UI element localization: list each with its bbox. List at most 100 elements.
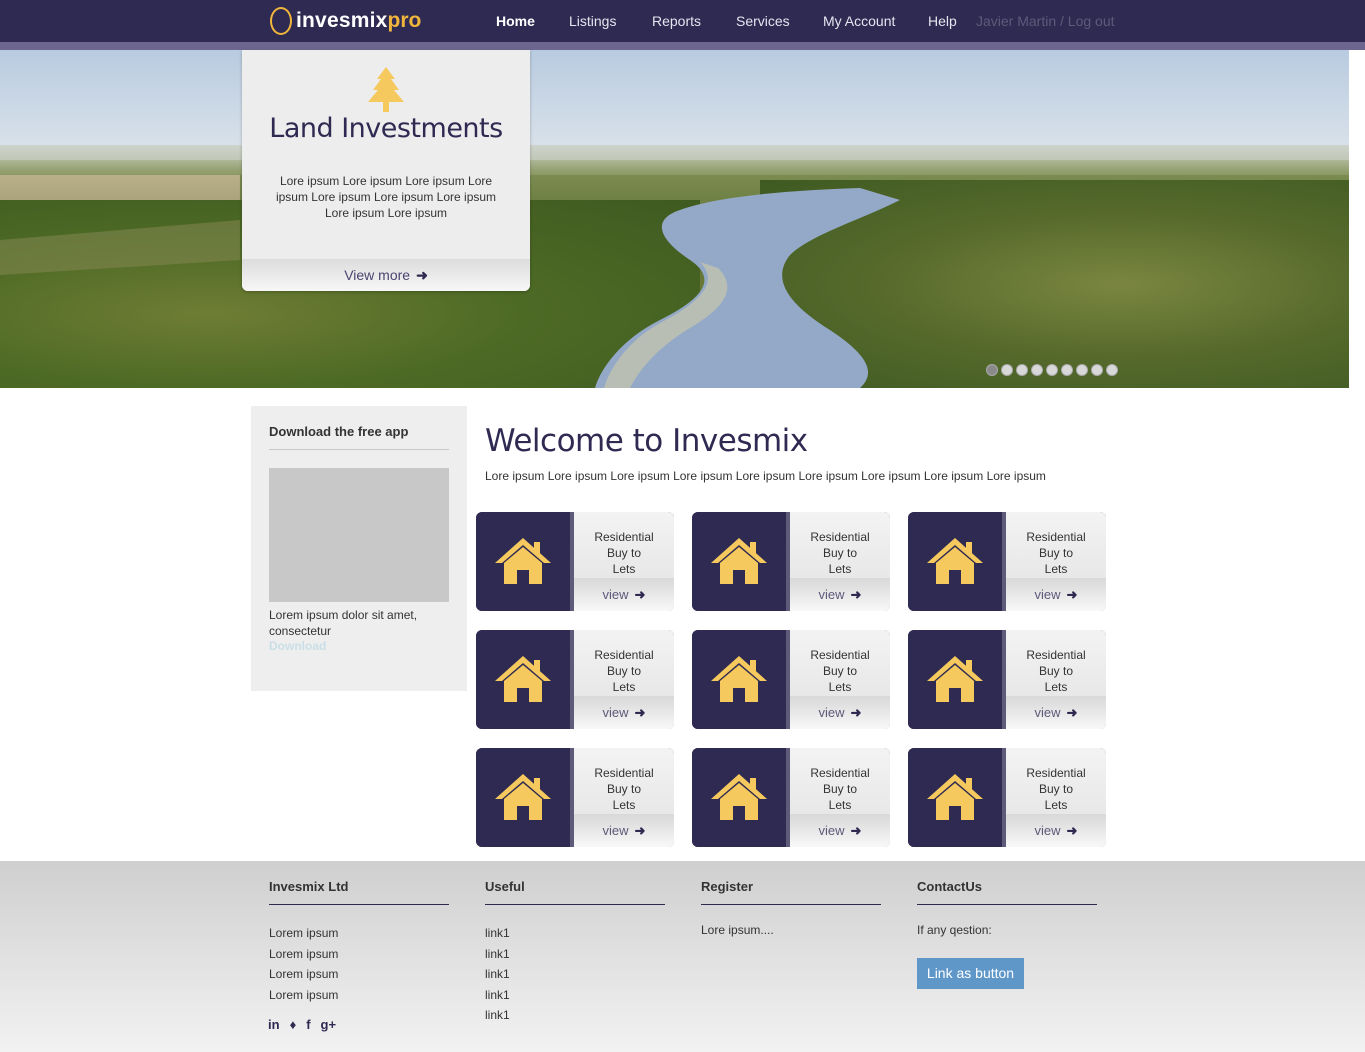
property-tile[interactable]: Residential Buy to Lets view ➜ (908, 748, 1106, 847)
contact-link-button[interactable]: Link as button (917, 958, 1024, 989)
tile-view-button[interactable]: view ➜ (574, 814, 674, 847)
tile-view-button[interactable]: view ➜ (574, 578, 674, 611)
carousel-dot[interactable] (1001, 364, 1013, 376)
tile-label-line: Residential (810, 648, 870, 662)
nav-reports[interactable]: Reports (652, 13, 701, 29)
tile-icon-panel (908, 630, 1002, 729)
tile-label: Residential Buy to Lets (574, 647, 674, 695)
divider (485, 904, 665, 905)
tile-label-line: Buy to (822, 782, 858, 796)
property-tile[interactable]: Residential Buy to Lets view ➜ (692, 512, 890, 611)
tile-label-line: Lets (828, 680, 852, 694)
arrow-right-icon: ➜ (1066, 823, 1078, 838)
footer-link[interactable]: link1 (485, 923, 665, 944)
carousel-dot[interactable] (1106, 364, 1118, 376)
nav-help[interactable]: Help (928, 13, 957, 29)
twitter-icon[interactable]: ♦ (290, 1017, 297, 1032)
house-icon (711, 656, 767, 702)
tile-label-line: Lets (612, 798, 636, 812)
footer-link[interactable]: link1 (485, 1005, 665, 1026)
tile-label: Residential Buy to Lets (790, 647, 890, 695)
tile-label-line: Lets (612, 680, 636, 694)
tile-label: Residential Buy to Lets (790, 765, 890, 813)
house-icon (495, 538, 551, 584)
tile-label-line: Residential (594, 530, 654, 544)
footer-item[interactable]: Lorem ipsum (269, 985, 449, 1006)
house-icon (495, 656, 551, 702)
footer-item[interactable]: Lorem ipsum (269, 923, 449, 944)
tile-label-line: Buy to (606, 782, 642, 796)
carousel-dot[interactable] (1046, 364, 1058, 376)
footer-link[interactable]: link1 (485, 964, 665, 985)
linkedin-icon[interactable]: in (268, 1017, 280, 1032)
arrow-right-icon: ➜ (1066, 705, 1078, 720)
tile-label-line: Buy to (822, 546, 858, 560)
carousel-dots (986, 364, 1118, 376)
carousel-dot[interactable] (1076, 364, 1088, 376)
footer-list: Lorem ipsum Lorem ipsum Lorem ipsum Lore… (269, 923, 449, 1005)
promo-title: Land Investments (269, 113, 503, 144)
tile-view-label: view (818, 705, 845, 720)
footer-item[interactable]: Lorem ipsum (269, 944, 449, 965)
view-more-button[interactable]: View more ➜ (242, 259, 530, 291)
view-more-label: View more (344, 267, 411, 283)
tile-icon-panel (692, 630, 786, 729)
property-tile[interactable]: Residential Buy to Lets view ➜ (908, 630, 1106, 729)
tile-label-line: Buy to (606, 546, 642, 560)
tile-view-label: view (1034, 587, 1061, 602)
property-tile[interactable]: Residential Buy to Lets view ➜ (476, 512, 674, 611)
tile-icon-panel (692, 748, 786, 847)
property-tile[interactable]: Residential Buy to Lets view ➜ (476, 748, 674, 847)
nav-listings[interactable]: Listings (569, 13, 616, 29)
tile-view-button[interactable]: view ➜ (1006, 696, 1106, 729)
register-text[interactable]: Lore ipsum.... (701, 923, 881, 937)
google-plus-icon[interactable]: g+ (321, 1017, 337, 1032)
tile-view-label: view (602, 823, 629, 838)
tile-view-button[interactable]: view ➜ (574, 696, 674, 729)
tile-label-line: Residential (810, 530, 870, 544)
user-logout-link[interactable]: Javier Martin / Log out (976, 13, 1115, 29)
property-tile[interactable]: Residential Buy to Lets view ➜ (476, 630, 674, 729)
tile-view-button[interactable]: view ➜ (790, 578, 890, 611)
carousel-dot[interactable] (1016, 364, 1028, 376)
tile-label-line: Lets (1044, 680, 1068, 694)
carousel-dot[interactable] (1091, 364, 1103, 376)
carousel-dot[interactable] (1031, 364, 1043, 376)
footer-item[interactable]: Lorem ipsum (269, 964, 449, 985)
tile-view-button[interactable]: view ➜ (1006, 578, 1106, 611)
nav-home[interactable]: Home (496, 13, 535, 29)
tile-view-label: view (602, 587, 629, 602)
tile-view-button[interactable]: view ➜ (790, 814, 890, 847)
top-navigation-bar: invesmix pro Home Listings Reports Servic… (0, 0, 1365, 42)
nav-my-account[interactable]: My Account (823, 13, 895, 29)
brand-suffix: pro (387, 9, 422, 32)
divider (701, 904, 881, 905)
property-tile[interactable]: Residential Buy to Lets view ➜ (692, 630, 890, 729)
footer-col-company: Invesmix Ltd Lorem ipsum Lorem ipsum Lor… (269, 879, 449, 1005)
carousel-dot[interactable] (986, 364, 998, 376)
arrow-right-icon: ➜ (634, 705, 646, 720)
tile-view-button[interactable]: view ➜ (790, 696, 890, 729)
tile-view-label: view (818, 823, 845, 838)
download-link[interactable]: Download (269, 639, 326, 653)
arrow-right-icon: ➜ (634, 823, 646, 838)
property-tile[interactable]: Residential Buy to Lets view ➜ (692, 748, 890, 847)
tile-label-line: Residential (594, 648, 654, 662)
footer-col-title: ContactUs (917, 879, 983, 894)
carousel-dot[interactable] (1061, 364, 1073, 376)
brand-logo[interactable]: invesmix pro (270, 5, 421, 37)
tile-label: Residential Buy to Lets (1006, 765, 1106, 813)
footer-link[interactable]: link1 (485, 944, 665, 965)
contact-text: If any qestion: (917, 923, 992, 937)
tile-label-line: Buy to (606, 664, 642, 678)
app-panel-text: Lorem ipsum dolor sit amet, consectetur (269, 608, 418, 638)
footer-link[interactable]: link1 (485, 985, 665, 1006)
tile-label-line: Residential (594, 766, 654, 780)
property-tile[interactable]: Residential Buy to Lets view ➜ (908, 512, 1106, 611)
nav-services[interactable]: Services (736, 13, 790, 29)
promo-text: Lore ipsum Lore ipsum Lore ipsum Lore ip… (275, 174, 497, 220)
house-icon (927, 774, 983, 820)
facebook-icon[interactable]: f (306, 1017, 310, 1032)
divider (269, 449, 449, 450)
tile-view-button[interactable]: view ➜ (1006, 814, 1106, 847)
